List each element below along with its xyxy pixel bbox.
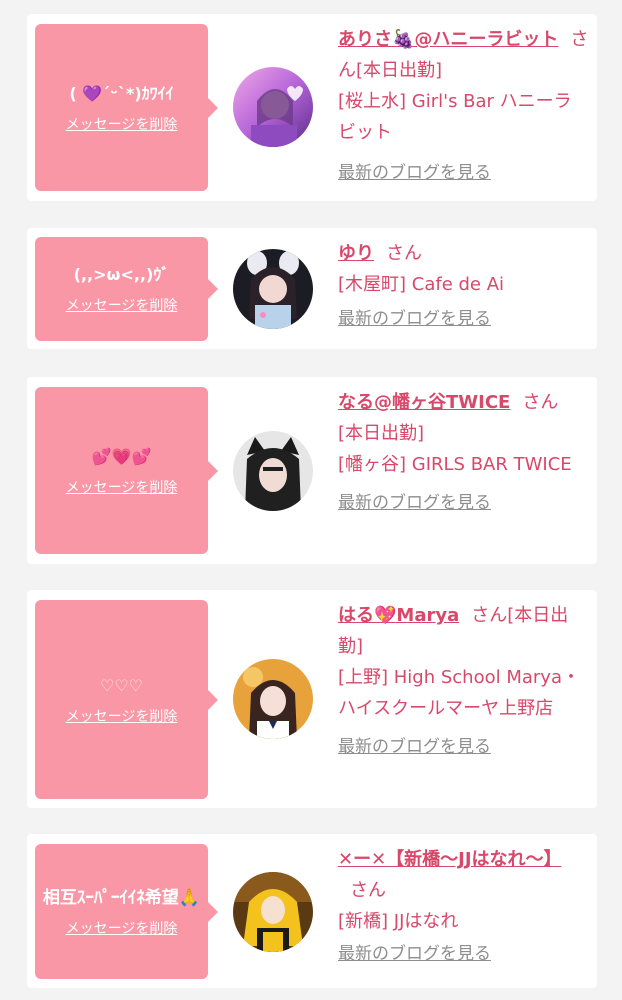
message-text: ♡♡♡ [99,675,144,695]
message-text: 相互ｽｰﾊﾟｰｲｲﾈ希望🙏 [42,887,201,908]
message-text: (,,>ω<,,)ｳﾞ [73,265,170,284]
status-text: [本日出勤] [356,60,443,81]
shop-text: [幡ヶ谷] GIRLS BAR TWICE [338,454,572,475]
latest-blog-link[interactable]: 最新のブログを見る [338,939,491,970]
message-bubble: (,,>ω<,,)ｳﾞ メッセージを削除 [35,237,218,341]
delete-message-link[interactable]: メッセージを削除 [66,477,178,497]
profile-name-link[interactable]: なる@幡ヶ谷TWICE [338,392,510,413]
honorific: さん [522,392,559,413]
avatar[interactable] [233,249,313,329]
profile-name-link[interactable]: ありさ🍇@ハニーラビット [338,29,558,50]
honorific: さん [471,605,508,626]
message-bubble: 相互ｽｰﾊﾟｰｲｲﾈ希望🙏 メッセージを削除 [35,844,218,979]
profile-info: ✕ー✕【新橋〜JJはなれ〜】さん [新橋] JJはなれ 最新のブログを見る [338,844,589,970]
delete-message-link[interactable]: メッセージを削除 [66,918,178,938]
delete-message-link[interactable]: メッセージを削除 [66,114,178,134]
message-card: 💕💗💕 メッセージを削除 なる@幡ヶ谷TWICE さん [本日出勤] [幡ヶ谷] … [27,377,597,564]
message-bubble: ♡♡♡ メッセージを削除 [35,600,218,799]
shop-text: [上野] High School Marya・ハイスクールマーヤ上野店 [338,667,580,719]
latest-blog-link[interactable]: 最新のブログを見る [338,158,491,189]
shop-text: [新橋] JJはなれ [338,911,459,932]
profile-info: はる💖Marya さん[本日出勤] [上野] High School Marya・… [338,600,589,763]
avatar-photo-naru [233,431,313,511]
avatar-photo-haru [233,659,313,739]
shop-text: [桜上水] Girl's Bar ハニーラビット [338,91,572,143]
message-text: ( 💜´ᵕ`*)ｶﾜｲｲ [69,83,174,103]
avatar-photo-yuri [233,249,313,329]
honorific: さん [386,243,422,264]
profile-name-link[interactable]: ✕ー✕【新橋〜JJはなれ〜】 [338,849,562,870]
message-bubble: 💕💗💕 メッセージを削除 [35,387,218,554]
profile-info: ありさ🍇@ハニーラビット さん[本日出勤] [桜上水] Girl's Bar ハニ… [338,24,589,189]
avatar-photo-arisa [233,67,313,147]
avatar-photo-jj [233,872,313,952]
profile-name-link[interactable]: はる💖Marya [338,605,459,626]
honorific: さん [350,880,386,901]
message-card: ♡♡♡ メッセージを削除 はる💖Marya さん[本日出勤] [上野] High … [27,590,597,808]
message-list: ( 💜´ᵕ`*)ｶﾜｲｲ メッセージを削除 ありさ🍇@ハニーラビット さん[本日… [0,0,622,1000]
status-text: [本日出勤] [338,423,425,444]
avatar[interactable] [233,431,313,511]
message-card: (,,>ω<,,)ｳﾞ メッセージを削除 ゆり さん [木屋町] Cafe de … [27,228,597,349]
delete-message-link[interactable]: メッセージを削除 [66,706,178,726]
shop-text: [木屋町] Cafe de Ai [338,274,505,295]
message-card: ( 💜´ᵕ`*)ｶﾜｲｲ メッセージを削除 ありさ🍇@ハニーラビット さん[本日… [27,14,597,201]
latest-blog-link[interactable]: 最新のブログを見る [338,488,491,519]
message-bubble: ( 💜´ᵕ`*)ｶﾜｲｲ メッセージを削除 [35,24,218,191]
profile-name-link[interactable]: ゆり [338,243,374,264]
message-text: 💕💗💕 [91,446,152,466]
profile-info: なる@幡ヶ谷TWICE さん [本日出勤] [幡ヶ谷] GIRLS BAR TWI… [338,387,589,519]
profile-info: ゆり さん [木屋町] Cafe de Ai 最新のブログを見る [338,238,589,335]
avatar[interactable] [233,67,313,147]
latest-blog-link[interactable]: 最新のブログを見る [338,304,491,335]
avatar[interactable] [233,872,313,952]
message-card: 相互ｽｰﾊﾟｰｲｲﾈ希望🙏 メッセージを削除 ✕ー✕【新橋〜JJはなれ〜】さん … [27,834,597,988]
latest-blog-link[interactable]: 最新のブログを見る [338,732,491,763]
delete-message-link[interactable]: メッセージを削除 [66,295,178,315]
avatar[interactable] [233,659,313,739]
